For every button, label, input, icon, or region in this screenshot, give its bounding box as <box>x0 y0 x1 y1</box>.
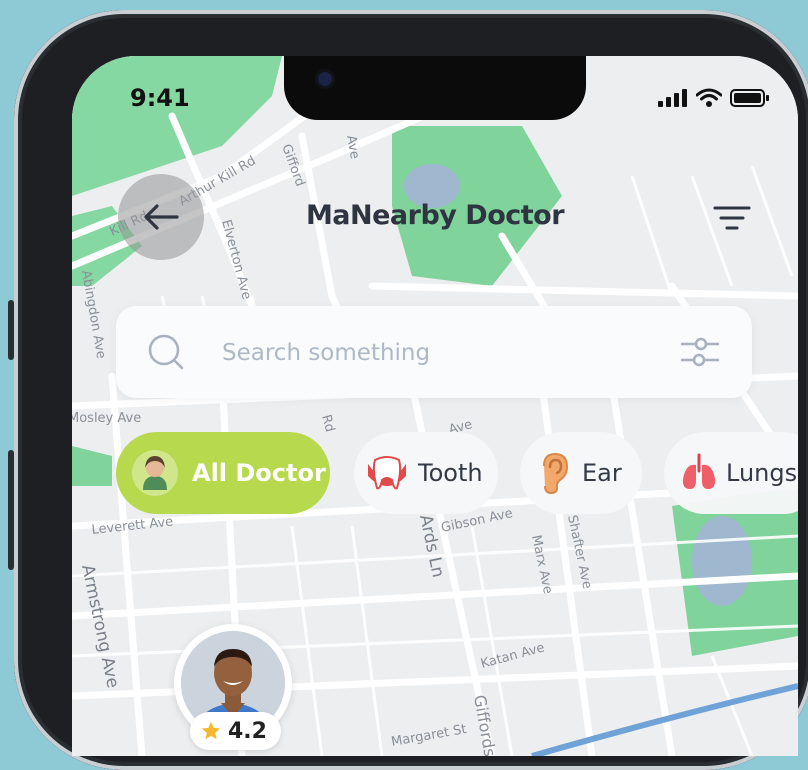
category-label: Tooth <box>418 459 483 487</box>
filter-lines-icon[interactable] <box>712 204 752 232</box>
star-icon <box>201 721 221 740</box>
phone-frame: Kill Rd Arthur Kill Rd Gifford Ave Elver… <box>14 10 808 770</box>
device-notch <box>284 56 586 120</box>
sliders-icon[interactable] <box>678 330 722 374</box>
doctor-rating-badge: 4.2 <box>190 712 281 750</box>
ear-icon <box>543 452 569 494</box>
battery-icon <box>730 89 769 107</box>
status-icons <box>658 88 770 108</box>
search-input[interactable] <box>220 330 654 376</box>
map-view[interactable]: Kill Rd Arthur Kill Rd Gifford Ave Elver… <box>72 56 798 756</box>
search-bar <box>116 306 752 398</box>
category-chip-tooth[interactable]: Tooth <box>354 432 498 514</box>
status-time: 9:41 <box>130 84 190 112</box>
category-label: Lungs <box>726 459 798 487</box>
tooth-icon <box>368 456 406 490</box>
category-chip-all-doctor[interactable]: All Doctor <box>116 432 330 514</box>
category-label: All Doctor <box>192 459 326 487</box>
pond-2 <box>692 516 752 606</box>
category-chip-lungs[interactable]: Lungs <box>664 432 798 514</box>
doctor-avatar-icon <box>132 450 178 496</box>
street-label: Mosley Ave <box>72 411 141 426</box>
app-screen: Kill Rd Arthur Kill Rd Gifford Ave Elver… <box>72 56 798 756</box>
page-title: MaNearby Doctor <box>305 200 565 231</box>
lungs-icon <box>682 453 716 489</box>
search-icon <box>148 334 184 370</box>
signal-icon <box>658 89 687 107</box>
category-chip-ear[interactable]: Ear <box>520 432 642 514</box>
category-label: Ear <box>582 459 622 487</box>
camera-icon <box>318 72 332 86</box>
rating-value: 4.2 <box>228 718 267 744</box>
wifi-icon <box>696 88 722 107</box>
